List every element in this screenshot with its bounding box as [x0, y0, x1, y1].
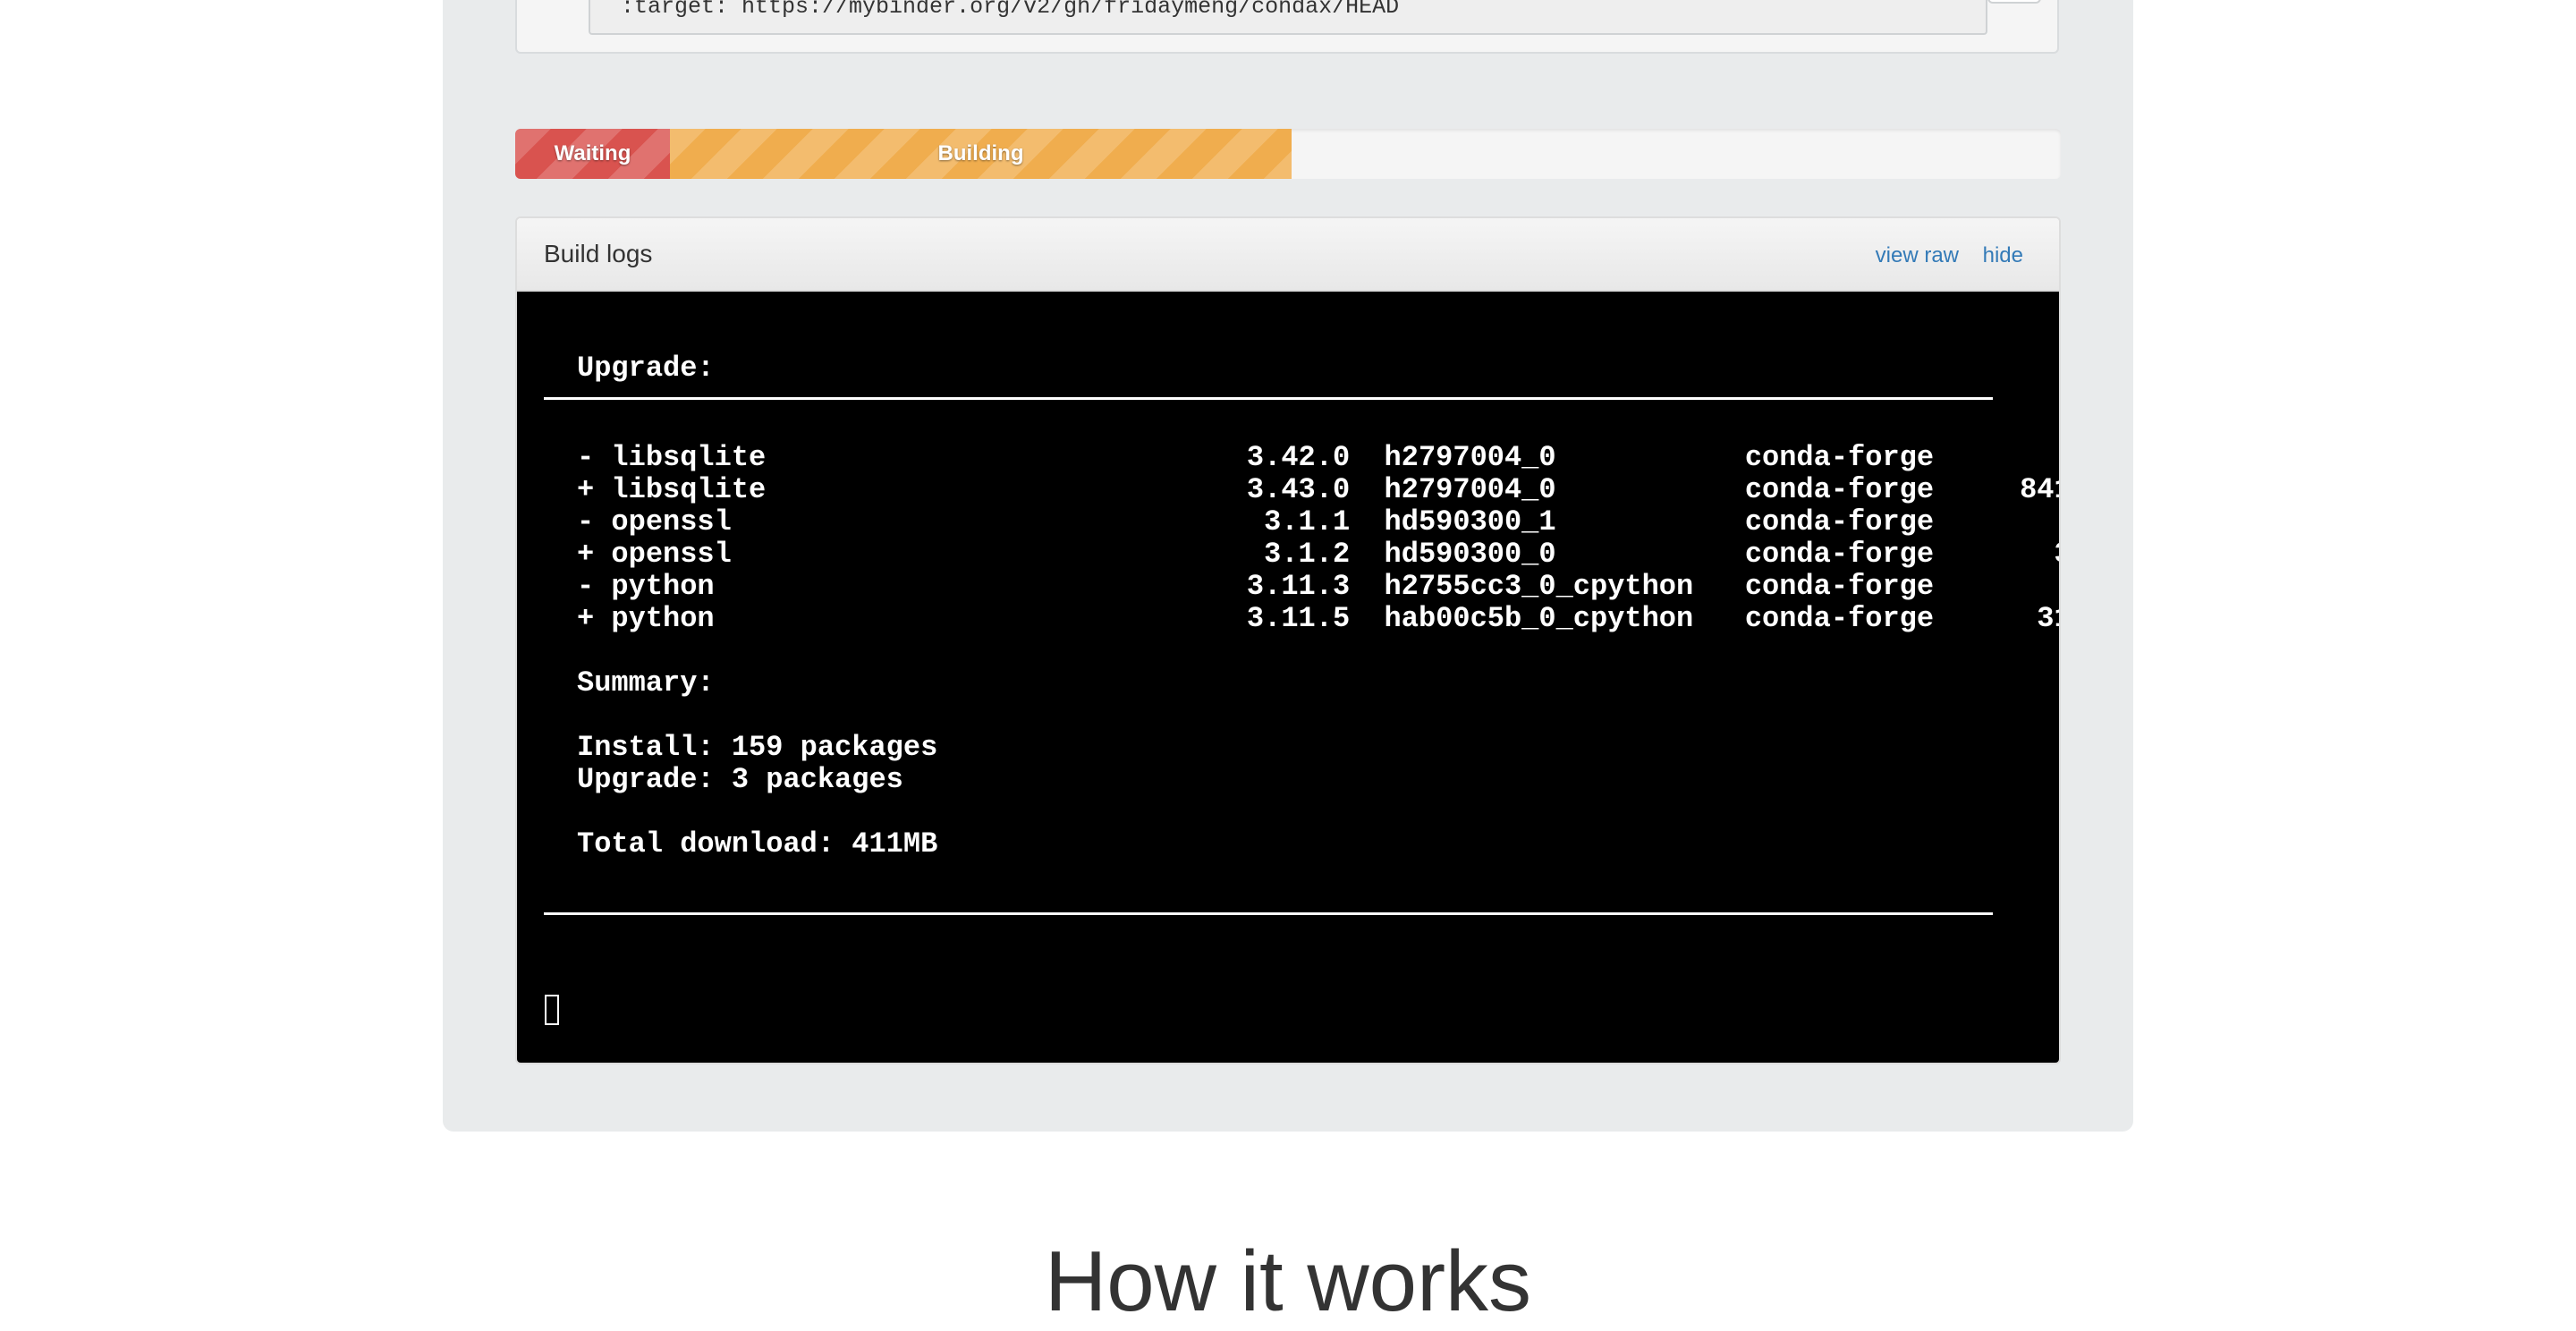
build-logs-title: Build logs	[544, 240, 652, 268]
package-row: + python 3.11.5 hab00c5b_0_cpython conda…	[577, 603, 2061, 635]
summary-header: Summary:	[577, 667, 715, 699]
total-download: Total download: 411MB	[577, 828, 937, 860]
hide-logs-link[interactable]: hide	[1983, 243, 2023, 268]
package-row: - openssl 3.1.1 hd590300_1 conda-forge	[577, 506, 1934, 538]
how-it-works-heading: How it works	[0, 1233, 2576, 1331]
package-row: + openssl 3.1.2 hd590300_0 conda-forge 3…	[577, 538, 2061, 571]
badge-code-field[interactable]: :target: https://mybinder.org/v2/gh/frid…	[589, 0, 1987, 35]
package-row: - libsqlite 3.42.0 h2797004_0 conda-forg…	[577, 442, 1934, 474]
terminal-divider-bottom	[544, 912, 1993, 915]
build-logs-panel: Build logs view raw hide Upgrade: - libs…	[515, 216, 2061, 1064]
terminal-divider-top	[544, 397, 1993, 400]
upgrade-header: Upgrade:	[577, 352, 715, 385]
view-raw-link[interactable]: view raw	[1876, 243, 1959, 268]
badge-code-text: :target: https://mybinder.org/v2/gh/frid…	[621, 0, 1399, 20]
package-row: + libsqlite 3.43.0 h2797004_0 conda-forg…	[577, 474, 2061, 506]
package-row: - python 3.11.3 h2755cc3_0_cpython conda…	[577, 571, 1934, 603]
upgrade-count: Upgrade: 3 packages	[577, 764, 903, 796]
progress-waiting: Waiting	[515, 129, 670, 179]
build-logs-header: Build logs view raw hide	[517, 218, 2059, 292]
build-progress-bar: Waiting Building	[515, 129, 2061, 179]
install-count: Install: 159 packages	[577, 732, 937, 764]
progress-building: Building	[670, 129, 1292, 179]
copy-button[interactable]	[1987, 0, 2041, 4]
terminal-cursor	[545, 995, 559, 1025]
log-terminal[interactable]: Upgrade: - libsqlite 3.42.0 h2797004_0 c…	[517, 292, 2059, 1063]
